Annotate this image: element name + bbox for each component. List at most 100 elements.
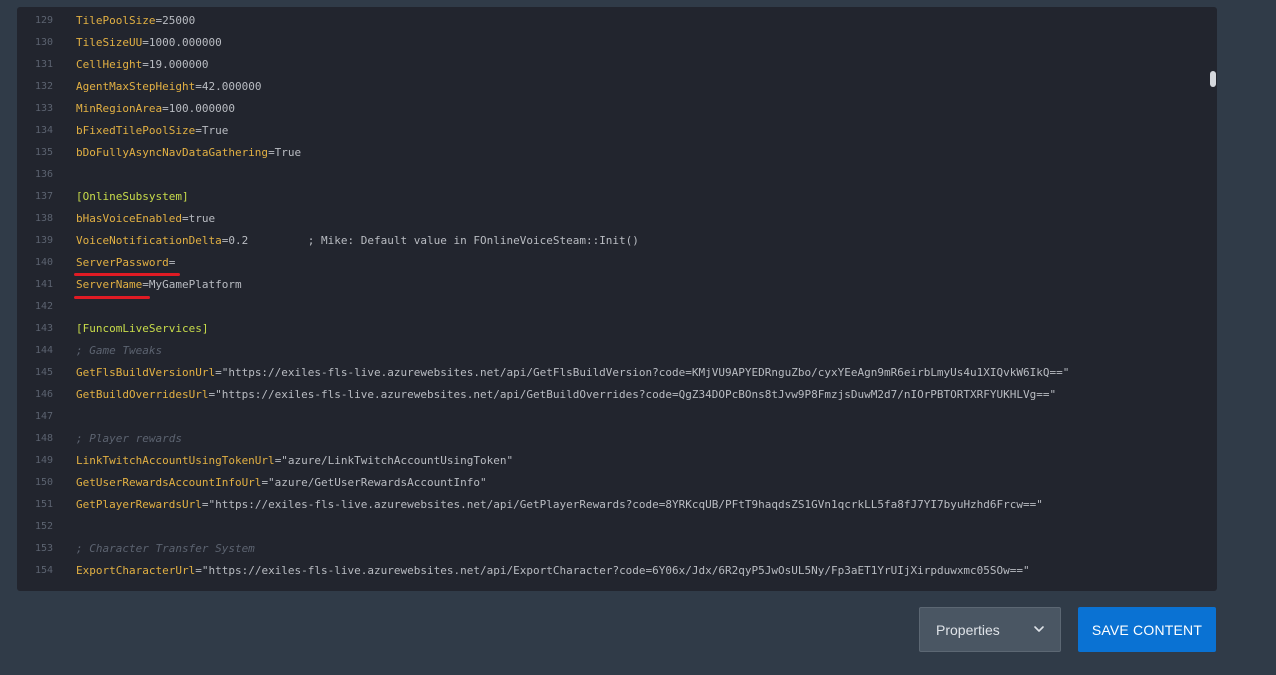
config-value: =42.000000 bbox=[195, 80, 262, 93]
code-line: 130 TileSizeUU=1000.000000 bbox=[17, 32, 1217, 54]
config-value: = bbox=[168, 256, 176, 269]
config-value: ="azure/GetUserRewardsAccountInfo" bbox=[261, 476, 487, 489]
line-content: bDoFullyAsyncNavDataGathering=True bbox=[76, 142, 301, 164]
line-number: 134 bbox=[34, 125, 53, 136]
code-line: 154 ExportCharacterUrl="https://exiles-fl… bbox=[17, 560, 1217, 582]
config-key: GetUserRewardsAccountInfoUrl bbox=[76, 476, 262, 489]
code-line: 138 bHasVoiceEnabled=true bbox=[17, 208, 1217, 230]
properties-select[interactable]: Properties bbox=[919, 607, 1061, 652]
line-number: 150 bbox=[34, 477, 53, 488]
red-underline-annotation bbox=[74, 296, 150, 299]
red-underline-annotation bbox=[74, 273, 180, 276]
line-content: GetPlayerRewardsUrl="https://exiles-fls-… bbox=[76, 494, 1043, 516]
line-number: 153 bbox=[34, 543, 53, 554]
line-content: VoiceNotificationDelta=0.2 ; Mike: Defau… bbox=[76, 230, 639, 252]
line-number: 139 bbox=[34, 235, 53, 246]
config-key: TileSizeUU bbox=[76, 36, 143, 49]
line-number: 132 bbox=[34, 81, 53, 92]
config-key: CellHeight bbox=[76, 58, 143, 71]
config-key: ServerName bbox=[76, 278, 143, 291]
config-value: ="https://exiles-fls-live.azurewebsites.… bbox=[195, 564, 1030, 577]
line-number: 148 bbox=[34, 433, 53, 444]
code-line: 134 bFixedTilePoolSize=True bbox=[17, 120, 1217, 142]
code-line: 129 TilePoolSize=25000 bbox=[17, 10, 1217, 32]
config-key: TilePoolSize bbox=[76, 14, 156, 27]
code-line: 147 bbox=[17, 406, 1217, 428]
code-line: 150 GetUserRewardsAccountInfoUrl="azure/G… bbox=[17, 472, 1217, 494]
comment-text: ; Character Transfer System bbox=[76, 542, 255, 555]
save-content-button[interactable]: SAVE CONTENT bbox=[1078, 607, 1216, 652]
code-line: 144 ; Game Tweaks bbox=[17, 340, 1217, 362]
line-content: LinkTwitchAccountUsingTokenUrl="azure/Li… bbox=[76, 450, 513, 472]
line-number: 130 bbox=[34, 37, 53, 48]
section-header: [OnlineSubsystem] bbox=[76, 190, 189, 203]
line-content: GetBuildOverridesUrl="https://exiles-fls… bbox=[76, 384, 1056, 406]
code-line: 143 [FuncomLiveServices] bbox=[17, 318, 1217, 340]
line-content: TilePoolSize=25000 bbox=[76, 10, 195, 32]
config-value: ="azure/LinkTwitchAccountUsingToken" bbox=[274, 454, 514, 467]
config-value: =25000 bbox=[155, 14, 196, 27]
code-line: 135 bDoFullyAsyncNavDataGathering=True bbox=[17, 142, 1217, 164]
line-content: ; Character Transfer System bbox=[76, 538, 255, 560]
code-line: 132 AgentMaxStepHeight=42.000000 bbox=[17, 76, 1217, 98]
config-key: ServerPassword bbox=[76, 256, 169, 269]
line-number: 138 bbox=[34, 213, 53, 224]
config-value: =100.000000 bbox=[162, 102, 235, 115]
code-line: 149 LinkTwitchAccountUsingTokenUrl="azure… bbox=[17, 450, 1217, 472]
line-number: 149 bbox=[34, 455, 53, 466]
code-line: 137 [OnlineSubsystem] bbox=[17, 186, 1217, 208]
line-number: 129 bbox=[34, 15, 53, 26]
line-number: 144 bbox=[34, 345, 53, 356]
line-number: 133 bbox=[34, 103, 53, 114]
config-key: LinkTwitchAccountUsingTokenUrl bbox=[76, 454, 275, 467]
chevron-down-icon bbox=[1034, 626, 1044, 632]
line-content: GetUserRewardsAccountInfoUrl="azure/GetU… bbox=[76, 472, 487, 494]
line-number: 152 bbox=[34, 521, 53, 532]
config-value: =0.2 ; Mike: Default value in FOnlineVoi… bbox=[221, 234, 639, 247]
line-number: 147 bbox=[34, 411, 53, 422]
line-number: 131 bbox=[34, 59, 53, 70]
line-content: bHasVoiceEnabled=true bbox=[76, 208, 215, 230]
code-line: 151 GetPlayerRewardsUrl="https://exiles-f… bbox=[17, 494, 1217, 516]
line-number: 142 bbox=[34, 301, 53, 312]
comment-text: ; Player rewards bbox=[76, 432, 182, 445]
config-key: MinRegionArea bbox=[76, 102, 163, 115]
config-key: bFixedTilePoolSize bbox=[76, 124, 196, 137]
config-key: GetPlayerRewardsUrl bbox=[76, 498, 202, 511]
config-value: ="https://exiles-fls-live.azurewebsites.… bbox=[208, 388, 1057, 401]
code-line: 142 bbox=[17, 296, 1217, 318]
vertical-scrollbar-thumb[interactable] bbox=[1210, 71, 1216, 87]
line-number: 154 bbox=[34, 565, 53, 576]
code-line: 145 GetFlsBuildVersionUrl="https://exiles… bbox=[17, 362, 1217, 384]
code-lines: 129 TilePoolSize=25000 130 TileSizeUU=1000.… bbox=[17, 10, 1217, 582]
section-header: [FuncomLiveServices] bbox=[76, 322, 209, 335]
line-content: ; Player rewards bbox=[76, 428, 182, 450]
line-content: ServerPassword= bbox=[76, 252, 175, 274]
config-key: bDoFullyAsyncNavDataGathering bbox=[76, 146, 269, 159]
config-value: =19.000000 bbox=[142, 58, 209, 71]
config-value: ="https://exiles-fls-live.azurewebsites.… bbox=[201, 498, 1043, 511]
config-value: ="https://exiles-fls-live.azurewebsites.… bbox=[215, 366, 1070, 379]
code-line: 133 MinRegionArea=100.000000 bbox=[17, 98, 1217, 120]
line-content: ServerName=MyGamePlatform bbox=[76, 274, 242, 296]
line-content: CellHeight=19.000000 bbox=[76, 54, 208, 76]
line-content: AgentMaxStepHeight=42.000000 bbox=[76, 76, 261, 98]
line-content: [OnlineSubsystem] bbox=[76, 186, 189, 208]
line-content: GetFlsBuildVersionUrl="https://exiles-fl… bbox=[76, 362, 1069, 384]
comment-text: ; Game Tweaks bbox=[76, 344, 163, 357]
code-editor[interactable]: 129 TilePoolSize=25000 130 TileSizeUU=1000.… bbox=[17, 7, 1217, 591]
code-line: 136 bbox=[17, 164, 1217, 186]
config-key: GetFlsBuildVersionUrl bbox=[76, 366, 216, 379]
line-content: TileSizeUU=1000.000000 bbox=[76, 32, 222, 54]
line-number: 141 bbox=[34, 279, 53, 290]
code-line: 140 ServerPassword= bbox=[17, 252, 1217, 274]
config-value: =True bbox=[268, 146, 302, 159]
line-number: 151 bbox=[34, 499, 53, 510]
code-line: 148 ; Player rewards bbox=[17, 428, 1217, 450]
code-line: 146 GetBuildOverridesUrl="https://exiles-… bbox=[17, 384, 1217, 406]
config-key: bHasVoiceEnabled bbox=[76, 212, 182, 225]
line-number: 136 bbox=[34, 169, 53, 180]
line-content: bFixedTilePoolSize=True bbox=[76, 120, 228, 142]
config-value: =True bbox=[195, 124, 229, 137]
line-number: 143 bbox=[34, 323, 53, 334]
